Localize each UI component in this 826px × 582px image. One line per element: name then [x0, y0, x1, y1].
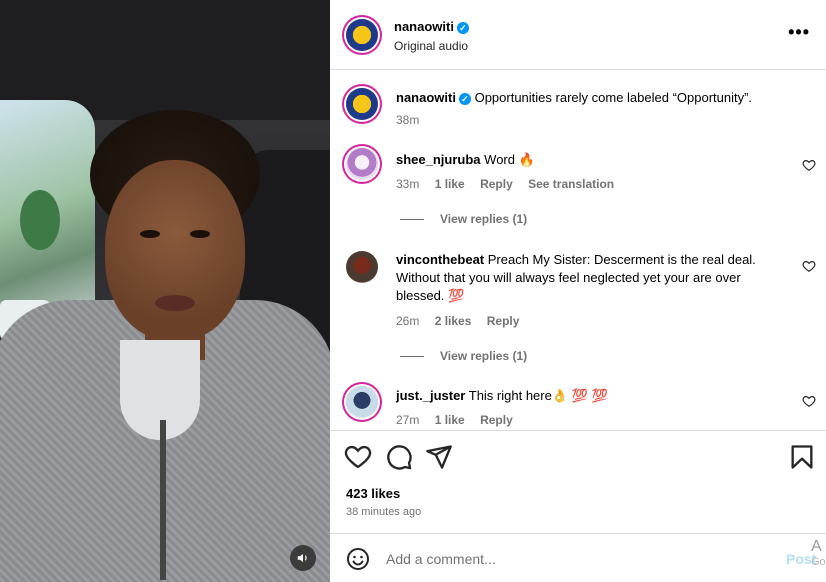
comments-list[interactable]: nanaowiti ✓ Opportunities rarely come lab…: [330, 70, 826, 430]
verified-badge-icon: ✓: [456, 21, 469, 34]
speaker-icon: [297, 553, 307, 563]
comment-likes[interactable]: 1 like: [435, 177, 465, 191]
commenter-username[interactable]: just._juster: [396, 388, 465, 403]
more-options-icon[interactable]: •••: [788, 22, 810, 43]
caption-time: 38m: [396, 113, 420, 127]
reply-button[interactable]: Reply: [480, 177, 513, 191]
emoji-icon[interactable]: [346, 547, 370, 571]
commenter-avatar[interactable]: [346, 386, 378, 418]
comment-time: 26m: [396, 314, 420, 328]
bookmark-icon[interactable]: [788, 443, 816, 471]
comment-body: This right here👌 💯 💯: [468, 388, 608, 403]
comment-likes[interactable]: 1 like: [435, 413, 465, 427]
right-eye: [190, 230, 210, 238]
view-replies-label[interactable]: View replies (1): [440, 349, 527, 363]
like-heart-icon[interactable]: [344, 443, 372, 471]
comment-likes[interactable]: 2 likes: [435, 314, 472, 328]
caption-meta: 38m: [396, 113, 431, 127]
view-replies-line: [400, 218, 424, 220]
view-replies-button[interactable]: View replies (1): [400, 349, 527, 363]
face: [105, 160, 245, 340]
comment-heart-icon[interactable]: [802, 259, 816, 273]
zipper: [160, 420, 166, 580]
reply-button[interactable]: Reply: [487, 314, 520, 328]
view-replies-label[interactable]: View replies (1): [440, 212, 527, 226]
comment-meta: 33m 1 like Reply See translation: [396, 177, 626, 191]
comment-text: just._juster This right here👌 💯 💯: [396, 387, 776, 405]
comment-meta: 26m 2 likes Reply: [396, 314, 531, 328]
reply-button[interactable]: Reply: [480, 413, 513, 427]
commenter-username[interactable]: shee_njuruba: [396, 152, 481, 167]
comment-input[interactable]: [386, 548, 766, 570]
caption-text: nanaowiti ✓ Opportunities rarely come lab…: [396, 89, 776, 107]
share-icon[interactable]: [425, 443, 453, 471]
action-bar: 423 likes 38 minutes ago: [330, 430, 826, 532]
view-replies-line: [400, 355, 424, 357]
commenter-username[interactable]: vinconthebeat: [396, 252, 484, 267]
comment-time: 33m: [396, 177, 420, 191]
likes-count[interactable]: 423 likes: [346, 486, 400, 501]
author-name[interactable]: nanaowiti: [394, 19, 454, 34]
comment-text: vinconthebeat Preach My Sister: Descerme…: [396, 251, 776, 305]
post-panel: nanaowiti ✓ Original audio ••• nanaowiti ✓…: [330, 0, 826, 582]
author-avatar[interactable]: [346, 19, 378, 51]
audio-link[interactable]: Original audio: [394, 39, 468, 53]
left-eye: [140, 230, 160, 238]
add-comment-bar: Post A Go: [330, 533, 826, 582]
author-username[interactable]: nanaowiti ✓: [394, 19, 469, 34]
comment-body: Word 🔥: [484, 152, 535, 167]
comment-heart-icon[interactable]: [802, 158, 816, 172]
see-translation-button[interactable]: See translation: [528, 177, 614, 191]
caption-username[interactable]: nanaowiti: [396, 90, 456, 105]
comment-icon[interactable]: [385, 443, 413, 471]
comment-text: shee_njuruba Word 🔥: [396, 151, 776, 169]
comment-heart-icon[interactable]: [802, 394, 816, 408]
post-timestamp[interactable]: 38 minutes ago: [346, 506, 421, 518]
car-window: [0, 100, 95, 340]
view-replies-button[interactable]: View replies (1): [400, 212, 527, 226]
caption-avatar[interactable]: [346, 88, 378, 120]
tree: [20, 190, 60, 250]
reel-video[interactable]: [0, 0, 330, 582]
caption-body: Opportunities rarely come labeled “Oppor…: [474, 90, 753, 105]
comment-meta: 27m 1 like Reply: [396, 413, 525, 427]
mouth: [155, 295, 195, 311]
edge-text: A: [811, 538, 822, 555]
edge-text-2: Go: [811, 556, 826, 568]
volume-icon[interactable]: [290, 545, 316, 571]
post-header: nanaowiti ✓ Original audio •••: [330, 0, 826, 70]
comment-time: 27m: [396, 413, 420, 427]
commenter-avatar[interactable]: [346, 251, 378, 283]
verified-badge-icon: ✓: [458, 92, 471, 105]
commenter-avatar[interactable]: [346, 148, 378, 180]
